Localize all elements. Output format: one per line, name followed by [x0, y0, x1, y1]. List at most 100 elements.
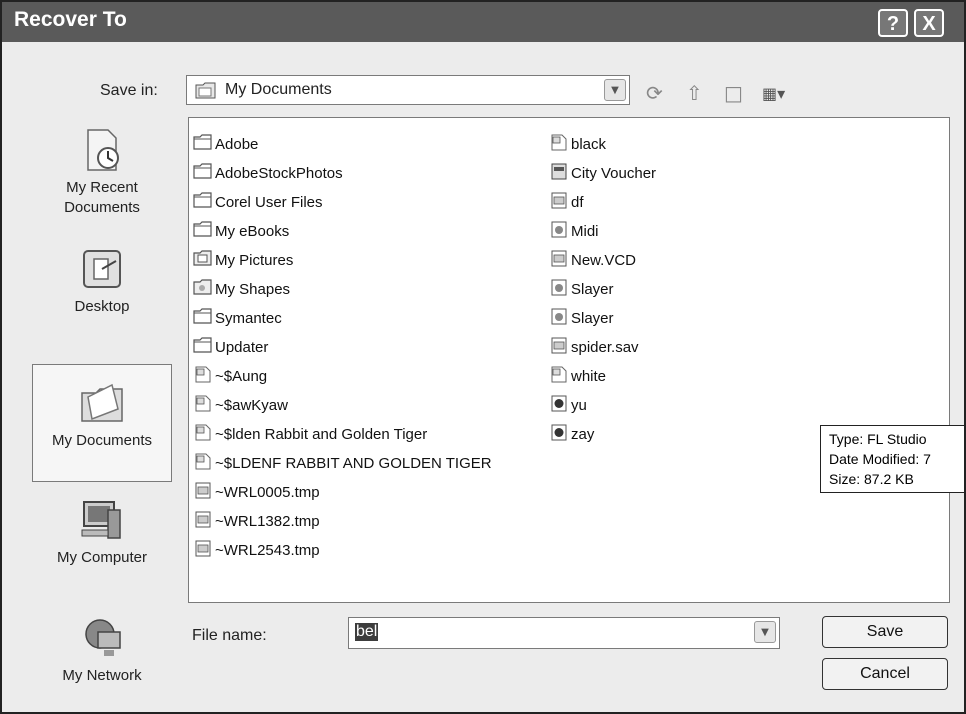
tmp-file-icon: [193, 540, 215, 561]
place-my-network[interactable]: My Network: [32, 614, 172, 686]
place-my-documents[interactable]: My Documents: [32, 364, 172, 482]
desktop-icon: [83, 250, 121, 288]
back-icon[interactable]: ⟳: [646, 81, 663, 105]
file-item[interactable]: ~$awKyaw: [193, 391, 492, 420]
file-item[interactable]: Slayer: [549, 275, 656, 304]
place-my-recent-documents[interactable]: My Recent Documents: [32, 126, 172, 218]
views-menu-icon[interactable]: ▦▾: [762, 84, 785, 103]
file-item[interactable]: New.VCD: [549, 246, 656, 275]
file-item-name: Corel User Files: [215, 194, 323, 211]
file-item[interactable]: Slayer: [549, 304, 656, 333]
tooltip-size: Size: 87.2 KB: [829, 471, 914, 487]
file-name-label: File name:: [192, 627, 267, 644]
new-folder-icon[interactable]: □: [724, 81, 743, 105]
up-folder-icon[interactable]: ⇧: [686, 81, 703, 105]
word-doc-icon: [193, 453, 215, 474]
file-item[interactable]: My Pictures: [193, 246, 492, 275]
file-item[interactable]: Corel User Files: [193, 188, 492, 217]
file-item[interactable]: Updater: [193, 333, 492, 362]
tooltip-type: Type: FL Studio: [829, 431, 927, 447]
file-item[interactable]: City Voucher: [549, 159, 656, 188]
folder-icon: [193, 192, 215, 213]
word-doc-icon: [549, 134, 571, 155]
places-bar: My Recent Documents Desktop My Documents: [32, 120, 172, 700]
place-label: My Computer: [56, 549, 148, 566]
file-item[interactable]: My eBooks: [193, 217, 492, 246]
file-item-name: ~WRL0005.tmp: [215, 484, 320, 501]
file-item[interactable]: ~WRL2543.tmp: [193, 536, 492, 565]
file-item-name: Slayer: [571, 310, 614, 327]
file-item[interactable]: spider.sav: [549, 333, 656, 362]
file-item[interactable]: ~$Aung: [193, 362, 492, 391]
file-item[interactable]: ~$LDENF RABBIT AND GOLDEN TIGER: [193, 449, 492, 478]
place-my-computer[interactable]: My Computer: [32, 496, 172, 568]
file-item[interactable]: black: [549, 130, 656, 159]
file-item[interactable]: Adobe: [193, 130, 492, 159]
cancel-button[interactable]: Cancel: [822, 658, 948, 690]
file-item-name: white: [571, 368, 607, 385]
file-column: Adobe AdobeStockPhotos Corel User Files My …: [193, 130, 492, 565]
file-item-name: Adobe: [215, 136, 259, 153]
folder-icon: [193, 221, 215, 242]
file-item[interactable]: Midi: [549, 217, 656, 246]
file-item-name: New.VCD: [571, 252, 637, 269]
file-info-tooltip: Type: FL Studio Date Modified: 7 Size: 8…: [820, 425, 964, 493]
chevron-down-icon[interactable]: ▼: [754, 621, 776, 643]
file-item[interactable]: ~WRL1382.tmp: [193, 507, 492, 536]
word-doc-icon: [193, 366, 215, 387]
folder-icon: [193, 337, 215, 358]
place-desktop[interactable]: Desktop: [32, 245, 172, 317]
file-item-name: ~WRL2543.tmp: [215, 542, 320, 559]
file-item[interactable]: AdobeStockPhotos: [193, 159, 492, 188]
file-item-name: df: [571, 194, 584, 211]
file-item-name: black: [571, 136, 607, 153]
file-item[interactable]: My Shapes: [193, 275, 492, 304]
file-item[interactable]: white: [549, 362, 656, 391]
file-item-name: yu: [571, 397, 587, 414]
file-item[interactable]: ~WRL0005.tmp: [193, 478, 492, 507]
close-button[interactable]: X: [914, 9, 944, 37]
folder-icon: [193, 308, 215, 329]
tmp-file-icon: [549, 337, 571, 358]
file-list[interactable]: Adobe AdobeStockPhotos Corel User Files My …: [188, 117, 950, 603]
file-item-name: AdobeStockPhotos: [215, 165, 343, 182]
title-bar[interactable]: Recover To ? X: [2, 2, 964, 42]
recover-to-dialog: Recover To ? X Save in: My Documents ▼ ⟳…: [0, 0, 966, 714]
place-label: My Network: [62, 667, 142, 684]
file-item[interactable]: df: [549, 188, 656, 217]
file-item-name: Slayer: [571, 281, 614, 298]
save-in-dropdown[interactable]: My Documents ▼: [186, 75, 630, 105]
file-name-input[interactable]: bel ▼: [348, 617, 780, 649]
file-item-name: My Pictures: [215, 252, 294, 269]
fl-studio-file-icon: [549, 424, 571, 445]
shapes-folder-icon: [193, 279, 215, 300]
file-item[interactable]: ~$lden Rabbit and Golden Tiger: [193, 420, 492, 449]
word-doc-icon: [193, 424, 215, 445]
file-item-name: ~$lden Rabbit and Golden Tiger: [215, 426, 428, 443]
save-button[interactable]: Save: [822, 616, 948, 648]
folder-icon: [193, 163, 215, 184]
file-item[interactable]: yu: [549, 391, 656, 420]
place-label: My Recent Documents: [64, 179, 140, 216]
file-item[interactable]: zay: [549, 420, 656, 449]
help-button[interactable]: ?: [878, 9, 908, 37]
save-in-location: My Documents: [225, 81, 332, 98]
file-item-name: spider.sav: [571, 339, 639, 356]
file-item-name: zay: [571, 426, 595, 443]
file-item-name: ~WRL1382.tmp: [215, 513, 320, 530]
file-item-name: City Voucher: [571, 165, 657, 182]
file-item-name: My eBooks: [215, 223, 290, 240]
media-file-icon: [549, 279, 571, 300]
my-documents-icon: [81, 383, 123, 422]
fl-studio-file-icon: [549, 395, 571, 416]
place-label: My Documents: [51, 432, 153, 449]
file-item-name: My Shapes: [215, 281, 291, 298]
media-file-icon: [549, 221, 571, 242]
tmp-file-icon: [549, 192, 571, 213]
file-item[interactable]: Symantec: [193, 304, 492, 333]
recent-documents-icon: [87, 129, 119, 171]
word-doc-icon: [193, 395, 215, 416]
file-name-value: bel: [355, 623, 379, 641]
file-item-name: Updater: [215, 339, 269, 356]
chevron-down-icon[interactable]: ▼: [604, 79, 626, 101]
